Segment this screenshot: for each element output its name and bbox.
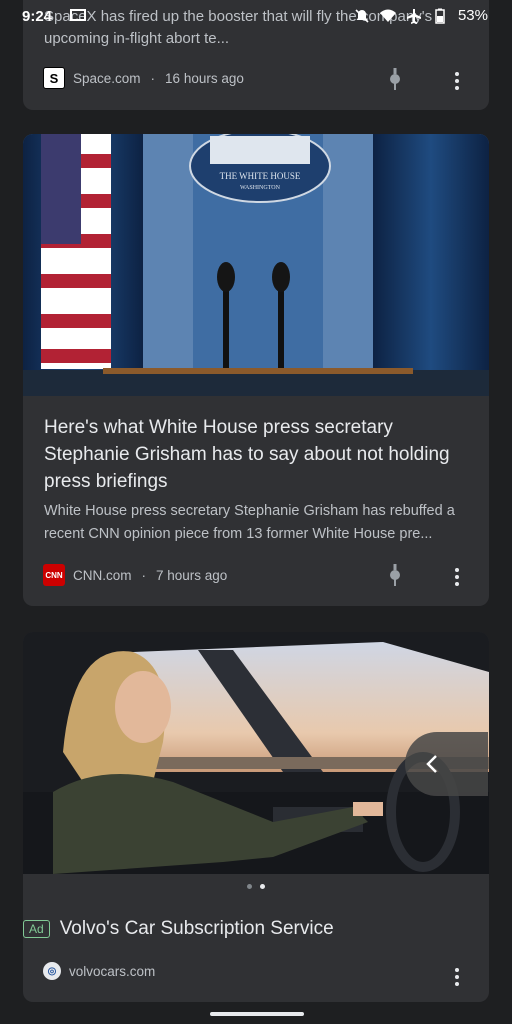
article-description: White House press secretary Stephanie Gr… <box>44 503 455 542</box>
flag-graphic <box>41 134 111 369</box>
news-card-cnn[interactable]: THE WHITE HOUSE WASHINGTON Here's what W… <box>23 134 489 606</box>
seal-sublabel: WASHINGTON <box>240 185 281 191</box>
ad-title-row[interactable]: Ad Volvo's Car Subscription Service <box>23 918 334 940</box>
cnn-favicon: CNN <box>43 564 65 586</box>
space-com-favicon: S <box>43 67 65 89</box>
gmail-notification-icon <box>70 9 86 21</box>
separator-dot: · <box>141 567 147 583</box>
wifi-icon <box>379 9 396 22</box>
status-icons: 53% <box>354 7 488 24</box>
volvo-favicon: ◎ <box>43 962 61 980</box>
article-image-white-house-briefing-room[interactable]: THE WHITE HOUSE WASHINGTON <box>23 134 489 396</box>
pin-icon[interactable] <box>388 68 402 90</box>
chevron-left-icon <box>426 755 437 773</box>
carousel-dots[interactable] <box>23 884 489 889</box>
article-title[interactable]: Here's what White House press secretary … <box>44 414 464 495</box>
article-source: CNN.com <box>73 567 132 583</box>
article-source-row: S Space.com · 16 hours ago <box>43 67 244 89</box>
carousel-dot[interactable] <box>247 884 252 889</box>
ad-source-row: ◎ volvocars.com <box>43 962 155 980</box>
battery-percent: 53% <box>457 7 488 24</box>
seal-label: THE WHITE HOUSE <box>220 171 301 181</box>
article-source-row: CNN CNN.com · 7 hours ago <box>43 564 227 586</box>
battery-icon <box>435 8 445 24</box>
article-age: 16 hours ago <box>165 70 244 86</box>
ad-title[interactable]: Volvo's Car Subscription Service <box>60 918 334 939</box>
airplane-icon <box>406 8 421 24</box>
back-gesture-button[interactable] <box>405 732 488 796</box>
ad-card-volvo[interactable]: ◎ volvocars.com <box>23 632 489 1002</box>
more-options-icon[interactable] <box>454 566 460 586</box>
article-age: 7 hours ago <box>156 567 228 583</box>
separator-dot: · <box>150 70 156 86</box>
status-bar: 9:24 53% <box>0 0 512 32</box>
do-not-disturb-icon <box>355 8 369 23</box>
pin-icon[interactable] <box>388 564 402 586</box>
more-options-icon[interactable] <box>454 70 460 90</box>
status-time: 9:24 <box>22 8 53 25</box>
carousel-dot-active[interactable] <box>260 884 265 889</box>
gesture-nav-handle[interactable] <box>210 1012 304 1016</box>
article-source: Space.com <box>73 70 141 86</box>
more-options-icon[interactable] <box>454 966 460 986</box>
ad-badge: Ad <box>23 919 50 938</box>
ad-source: volvocars.com <box>69 963 156 979</box>
